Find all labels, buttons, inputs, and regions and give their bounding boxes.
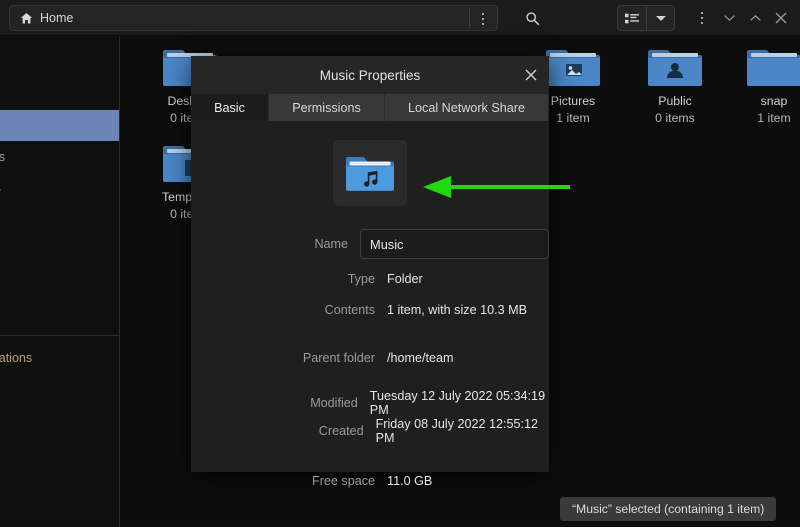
folder-icon-preview [333,140,407,206]
header-bar: Home [0,0,800,36]
folder-music-icon [346,157,394,191]
vertical-dots-icon [481,12,485,16]
dialog-title: Music Properties [319,67,421,83]
breadcrumb-home-label: Home [40,11,74,25]
sidebar-item-label: nloads [0,181,1,195]
contents-label: Contents [324,302,375,317]
name-label: Name [314,237,349,251]
free-space-label: Free space [312,474,375,488]
home-icon [20,12,33,24]
row-parent-folder: Parent folder /home/team [191,342,549,373]
close-x-icon [525,69,537,81]
list-view-button[interactable] [618,6,646,30]
contents-value: 1 item, with size 10.3 MB [387,302,527,317]
annotation-arrow-icon [423,176,570,198]
vertical-dots-icon [690,6,714,30]
window-controls [716,6,794,30]
tab-label: Permissions [292,100,361,115]
file-name: Public [658,94,692,108]
status-text: “Music” selected (containing 1 item) [572,502,765,516]
file-count: 1 item [757,111,791,125]
caret-down-icon [655,15,666,21]
type-value: Folder [387,271,423,286]
folder-icon [747,50,800,86]
row-modified: Modified Tuesday 12 July 2022 05:34:19 P… [191,389,549,417]
tab-basic[interactable]: Basic [191,94,269,121]
maximize-button[interactable] [742,6,768,30]
breadcrumb-home[interactable]: Home [10,6,83,30]
close-window-button[interactable] [768,6,794,30]
type-label: Type [347,271,375,286]
file-item-snap[interactable]: snap 1 item [725,44,800,125]
dialog-close-button[interactable] [523,67,539,83]
row-name: Name [191,225,549,263]
modified-value: Tuesday 12 July 2022 05:34:19 PM [369,389,546,417]
app-menu-button[interactable] [690,6,714,30]
sidebar-item-label: er Locations [0,350,33,365]
file-item-public[interactable]: Public 0 items [626,44,724,125]
search-button[interactable] [518,6,546,30]
view-mode-group [617,5,675,31]
path-menu-button[interactable] [470,7,496,31]
sidebar-item-trash[interactable]: h [0,296,119,327]
created-value: Friday 08 July 2022 12:55:12 PM [375,417,539,445]
sidebar-item-music[interactable]: ic [0,203,119,234]
sidebar-item-documents[interactable]: uments [0,141,119,172]
sidebar-item-starred[interactable]: red [0,79,119,110]
list-view-icon [625,13,639,23]
tab-permissions[interactable]: Permissions [269,94,385,121]
chevron-up-icon [749,14,761,21]
tab-local-network-share[interactable]: Local Network Share [385,94,549,121]
sidebar-divider [0,335,119,336]
sidebar-item-downloads[interactable]: nloads [0,172,119,203]
dialog-tabs[interactable]: Basic Permissions Local Network Share [191,94,549,121]
sidebar-item-videos[interactable]: os [0,265,119,296]
name-input[interactable] [360,229,549,259]
property-rows: Name Type Folder Contents 1 item, with s… [191,225,549,495]
sidebar-item-recent[interactable]: ent [0,48,119,79]
close-x-icon [775,12,787,24]
path-bar[interactable]: Home [9,5,498,31]
file-manager-window: Home tions Desktop 0 items Templates 0 i… [0,0,800,527]
dialog-titlebar: Music Properties [191,56,549,94]
folder-pictures-icon [546,50,600,86]
file-count: 1 item [556,111,590,125]
sidebar-item-home[interactable]: me [0,110,119,141]
search-icon [525,11,539,25]
file-count: 0 items [655,111,695,125]
file-name: Pictures [550,94,596,108]
file-name: snap [760,94,788,108]
row-free-space: Free space 11.0 GB [191,467,549,495]
status-badge: “Music” selected (containing 1 item) [560,497,777,521]
parent-folder-value: /home/team [387,350,454,365]
sidebar[interactable]: ent red me uments nloads ic ures os h er… [0,36,120,527]
view-options-dropdown[interactable] [646,6,674,30]
folder-public-icon [648,50,702,86]
modified-label: Modified [310,396,358,410]
row-contents: Contents 1 item, with size 10.3 MB [191,294,549,325]
tab-label: Basic [214,100,245,115]
properties-dialog: Music Properties Basic Permissions Local… [191,56,549,488]
free-space-value: 11.0 GB [387,474,433,488]
parent-folder-label: Parent folder [302,350,375,365]
row-created: Created Friday 08 July 2022 12:55:12 PM [191,417,549,445]
row-type: Type Folder [191,263,549,294]
minimize-button[interactable] [716,6,742,30]
tab-label: Local Network Share [408,100,525,115]
sidebar-item-pictures[interactable]: ures [0,234,119,265]
sidebar-item-other-locations[interactable]: er Locations [0,342,119,373]
chevron-down-icon [723,15,735,22]
sidebar-item-label: uments [0,150,5,164]
created-label: Created [318,424,364,438]
